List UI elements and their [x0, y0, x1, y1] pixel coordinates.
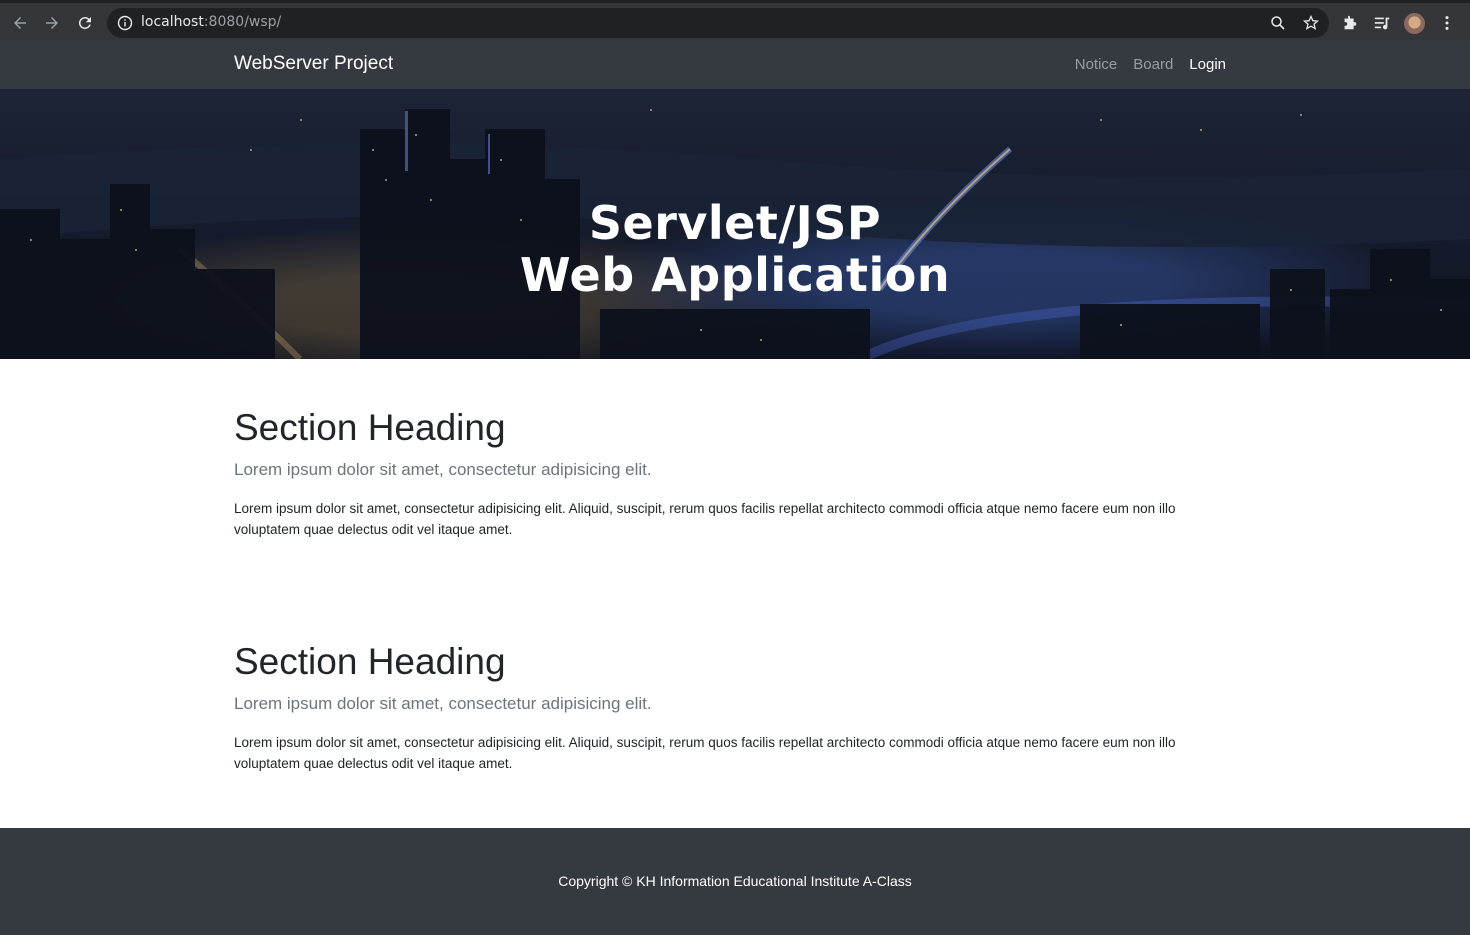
content-section-1: Section Heading Lorem ipsum dolor sit am… [234, 406, 1234, 540]
browser-toolbar: localhost:8080/wsp/ [0, 0, 1470, 40]
navbar-brand[interactable]: WebServer Project [234, 53, 393, 75]
site-footer: Copyright © KH Information Educational I… [0, 828, 1470, 935]
nav-link-notice[interactable]: Notice [1075, 56, 1118, 73]
section-lead: Lorem ipsum dolor sit amet, consectetur … [234, 460, 652, 479]
hero-title-line2: Web Application [519, 248, 951, 302]
extensions-icon[interactable] [1340, 13, 1360, 33]
nav-link-board[interactable]: Board [1133, 56, 1173, 73]
back-arrow-icon[interactable] [8, 11, 32, 35]
info-icon[interactable] [117, 15, 133, 31]
section-heading: Section Heading [234, 407, 506, 448]
reload-icon[interactable] [73, 11, 97, 35]
site-navbar: WebServer Project Notice Board Login [0, 40, 1470, 89]
forward-arrow-icon[interactable] [40, 11, 64, 35]
section-body: Lorem ipsum dolor sit amet, consectetur … [234, 501, 1176, 537]
star-icon[interactable] [1303, 15, 1319, 31]
hero-title: Servlet/JSP Web Application [0, 197, 1470, 301]
zoom-icon[interactable] [1270, 15, 1286, 31]
profile-avatar[interactable] [1404, 13, 1425, 34]
hero-title-line1: Servlet/JSP [588, 196, 882, 250]
menu-dots-icon[interactable] [1437, 13, 1457, 33]
hero-banner: Servlet/JSP Web Application [0, 89, 1470, 359]
navbar-links: Notice Board Login [1075, 56, 1226, 73]
section-lead: Lorem ipsum dolor sit amet, consectetur … [234, 694, 652, 713]
content-section-2: Section Heading Lorem ipsum dolor sit am… [234, 640, 1234, 774]
footer-copyright: Copyright © KH Information Educational I… [558, 873, 912, 889]
reading-list-icon[interactable] [1372, 13, 1392, 33]
nav-link-login[interactable]: Login [1189, 56, 1226, 73]
section-body: Lorem ipsum dolor sit amet, consectetur … [234, 735, 1176, 771]
url-text[interactable]: localhost:8080/wsp/ [141, 14, 281, 30]
section-heading: Section Heading [234, 641, 506, 682]
address-bar[interactable]: localhost:8080/wsp/ [107, 8, 1329, 38]
